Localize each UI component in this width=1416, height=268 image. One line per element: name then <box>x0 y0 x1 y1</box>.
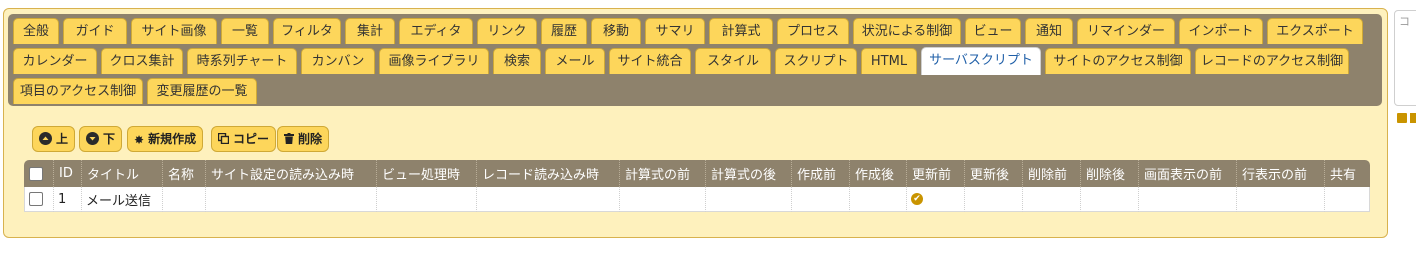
column-header-name[interactable]: 名称 <box>163 160 206 187</box>
column-header-id[interactable]: ID <box>54 160 82 187</box>
column-header-before-update[interactable]: 更新前 <box>907 160 965 187</box>
tab-reminder[interactable]: リマインダー <box>1077 18 1175 44</box>
cell-before-delete <box>1023 187 1081 212</box>
server-script-grid: ID タイトル 名称 サイト設定の読み込み時 ビュー処理時 レコード読み込み時 … <box>24 160 1370 212</box>
move-down-button[interactable]: 下 <box>79 126 123 152</box>
tab-calendar[interactable]: カレンダー <box>13 48 97 74</box>
column-header-shared[interactable]: 共有 <box>1325 160 1370 187</box>
tab-column-access-control[interactable]: 項目のアクセス制御 <box>13 78 143 104</box>
tab-export[interactable]: エクスポート <box>1267 18 1363 44</box>
cell-shared <box>1325 187 1370 212</box>
tab-change-history[interactable]: 変更履歴の一覧 <box>147 78 257 104</box>
delete-label: 削除 <box>298 132 323 146</box>
cell-name <box>163 187 206 212</box>
trash-icon <box>284 128 294 152</box>
tab-search[interactable]: 検索 <box>493 48 541 74</box>
tab-record-access-control[interactable]: レコードのアクセス制御 <box>1195 48 1349 74</box>
row-checkbox[interactable] <box>29 192 43 206</box>
side-panel-box[interactable]: コ <box>1394 10 1416 106</box>
copy-icon <box>217 128 230 152</box>
tab-editor[interactable]: エディタ <box>399 18 473 44</box>
settings-panel: 全般 ガイド サイト画像 一覧 フィルタ 集計 エディタ リンク 履歴 移動 サ… <box>3 8 1388 238</box>
tab-crosstab[interactable]: クロス集計 <box>101 48 183 74</box>
tab-site-integration[interactable]: サイト統合 <box>609 48 691 74</box>
cell-record-load <box>477 187 620 212</box>
tab-site-access-control[interactable]: サイトのアクセス制御 <box>1045 48 1191 74</box>
cell-title: メール送信 <box>82 187 163 212</box>
new-button[interactable]: ✸ 新規作成 <box>127 126 204 152</box>
column-header-site-load[interactable]: サイト設定の読み込み時 <box>206 160 377 187</box>
tab-bar: 全般 ガイド サイト画像 一覧 フィルタ 集計 エディタ リンク 履歴 移動 サ… <box>8 14 1382 106</box>
column-header-before-opening-row[interactable]: 行表示の前 <box>1237 160 1325 187</box>
check-circle-icon: ✔ <box>911 193 923 205</box>
column-header-after-update[interactable]: 更新後 <box>965 160 1023 187</box>
tab-move[interactable]: 移動 <box>591 18 641 44</box>
copy-label: コピー <box>233 132 270 146</box>
tab-history[interactable]: 履歴 <box>541 18 587 44</box>
image-icon[interactable] <box>1397 113 1407 123</box>
cell-after-formula <box>706 187 792 212</box>
cell-view-processing <box>377 187 477 212</box>
tab-list[interactable]: 一覧 <box>221 18 269 44</box>
column-header-before-formula[interactable]: 計算式の前 <box>620 160 706 187</box>
tab-summary[interactable]: サマリ <box>645 18 705 44</box>
move-down-label: 下 <box>103 132 116 146</box>
column-header-before-create[interactable]: 作成前 <box>792 160 850 187</box>
column-header-after-delete[interactable]: 削除後 <box>1081 160 1139 187</box>
column-header-after-formula[interactable]: 計算式の後 <box>706 160 792 187</box>
tab-time-series[interactable]: 時系列チャート <box>187 48 297 74</box>
column-header-title[interactable]: タイトル <box>82 160 163 187</box>
table-row[interactable]: 1 メール送信 ✔ <box>24 187 1370 212</box>
tab-aggregation[interactable]: 集計 <box>345 18 395 44</box>
tab-style[interactable]: スタイル <box>695 48 771 74</box>
copy-button[interactable]: コピー <box>211 126 277 152</box>
tab-view[interactable]: ビュー <box>965 18 1021 44</box>
tab-script[interactable]: スクリプト <box>775 48 857 74</box>
cell-before-update: ✔ <box>907 187 965 212</box>
tab-process[interactable]: プロセス <box>777 18 849 44</box>
tab-image-library[interactable]: 画像ライブラリ <box>379 48 489 74</box>
tab-mail[interactable]: メール <box>545 48 605 74</box>
tab-site-image[interactable]: サイト画像 <box>131 18 217 44</box>
cell-after-update <box>965 187 1023 212</box>
tab-formula[interactable]: 計算式 <box>709 18 773 44</box>
gear-icon: ✸ <box>134 132 145 147</box>
cell-site-load <box>206 187 377 212</box>
cell-id: 1 <box>54 187 82 212</box>
tab-link[interactable]: リンク <box>477 18 537 44</box>
tab-status-control[interactable]: 状況による制御 <box>853 18 961 44</box>
cell-after-create <box>850 187 907 212</box>
cell-before-create <box>792 187 850 212</box>
tab-server-script[interactable]: サーバスクリプト <box>921 47 1041 75</box>
arrow-up-circle-icon <box>39 132 52 145</box>
tab-guide[interactable]: ガイド <box>63 18 127 44</box>
cell-after-delete <box>1081 187 1139 212</box>
cell-before-formula <box>620 187 706 212</box>
tab-notification[interactable]: 通知 <box>1025 18 1073 44</box>
tab-general[interactable]: 全般 <box>13 18 59 44</box>
side-icon-partial <box>1410 113 1416 123</box>
column-header-before-delete[interactable]: 削除前 <box>1023 160 1081 187</box>
column-header-record-load[interactable]: レコード読み込み時 <box>477 160 620 187</box>
tab-html[interactable]: HTML <box>861 48 917 74</box>
tab-kanban[interactable]: カンバン <box>301 48 375 74</box>
move-up-button[interactable]: 上 <box>32 126 76 152</box>
tab-filter[interactable]: フィルタ <box>273 18 341 44</box>
delete-button[interactable]: 削除 <box>277 126 330 152</box>
arrow-down-circle-icon <box>86 132 99 145</box>
cell-before-opening-row <box>1237 187 1325 212</box>
select-all-checkbox[interactable] <box>29 166 43 181</box>
cell-before-opening-page <box>1139 187 1237 212</box>
side-panel-text: コ <box>1399 15 1410 28</box>
column-header-before-opening-page[interactable]: 画面表示の前 <box>1139 160 1237 187</box>
move-up-label: 上 <box>56 132 69 146</box>
column-header-view-processing[interactable]: ビュー処理時 <box>377 160 477 187</box>
new-label: 新規作成 <box>148 132 197 146</box>
tab-import[interactable]: インポート <box>1179 18 1263 44</box>
select-all-header[interactable] <box>24 160 54 187</box>
grid-header-row: ID タイトル 名称 サイト設定の読み込み時 ビュー処理時 レコード読み込み時 … <box>24 160 1370 187</box>
column-header-after-create[interactable]: 作成後 <box>850 160 907 187</box>
row-select-cell[interactable] <box>24 187 54 212</box>
